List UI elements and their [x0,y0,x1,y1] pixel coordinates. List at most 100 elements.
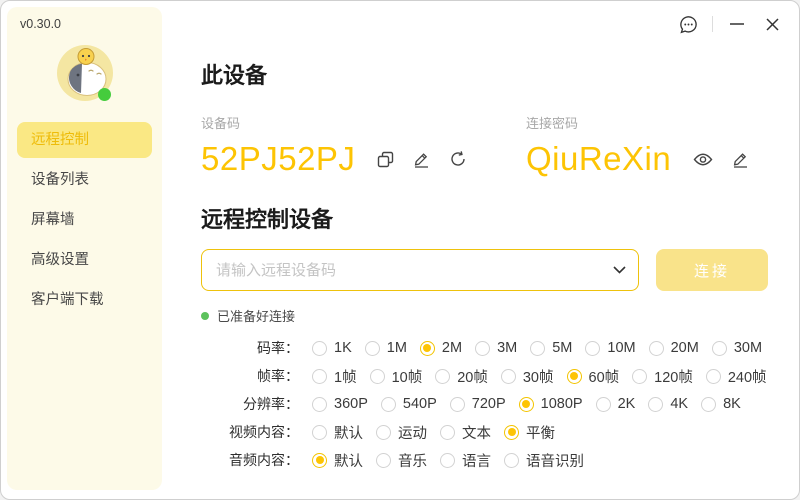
radio-icon [706,369,721,384]
remote-control-title: 远程控制设备 [201,205,771,235]
settings-rows: 码率： 1K 1M 2M 3M 5M 10M 20M 30M 帧率： 1帧 10帧 20帧 30帧 60帧 1… [201,338,771,470]
radio-option-label: 8K [723,396,741,412]
radio-icon [530,341,545,356]
radio-option-label: 1K [334,340,352,356]
sidebar-item-client-download[interactable]: 客户端下载 [17,282,152,318]
radio-option-label: 运动 [398,422,427,443]
eye-icon[interactable] [693,152,713,167]
sidebar-menu: 远程控制设备列表屏幕墙高级设置客户端下载 [7,122,162,318]
sidebar-item-device-list[interactable]: 设备列表 [17,162,152,198]
setting-row-label: 码率： [201,338,299,358]
setting-row-audio-content: 音频内容：默认音乐语言语音识别 [201,450,771,470]
radio-icon [312,341,327,356]
setting-row-label: 视频内容： [201,422,299,442]
radio-selected-icon [420,341,435,356]
radio-selected-icon [567,369,582,384]
radio-option-bitrate[interactable]: 1M [365,340,407,356]
radio-option-bitrate[interactable]: 3M [475,340,517,356]
radio-option-resolution[interactable]: 360P [312,396,368,412]
radio-icon [450,397,465,412]
edit-icon[interactable] [413,151,430,168]
avatar[interactable] [56,44,114,102]
setting-row-bitrate: 码率： 1K 1M 2M 3M 5M 10M 20M 30M [201,338,771,358]
radio-option-bitrate[interactable]: 10M [585,340,635,356]
radio-option-bitrate[interactable]: 1K [312,340,352,356]
radio-option-bitrate[interactable]: 2M [420,340,462,356]
radio-option-framerate[interactable]: 20帧 [435,366,488,387]
radio-option-video-content[interactable]: 文本 [440,422,491,443]
password-value: QiuReXin [526,139,671,179]
radio-option-framerate[interactable]: 1帧 [312,366,357,387]
radio-icon [365,341,380,356]
radio-option-label: 4K [670,396,688,412]
radio-option-bitrate[interactable]: 20M [649,340,699,356]
radio-selected-icon [519,397,534,412]
radio-selected-icon [312,453,327,468]
sidebar-item-remote-control[interactable]: 远程控制 [17,122,152,158]
radio-option-framerate[interactable]: 120帧 [632,366,693,387]
radio-option-audio-content[interactable]: 音乐 [376,450,427,471]
radio-option-bitrate[interactable]: 30M [712,340,762,356]
radio-option-label: 文本 [462,422,491,443]
radio-icon [504,453,519,468]
radio-option-resolution[interactable]: 8K [701,396,741,412]
radio-option-label: 语音识别 [526,450,584,471]
copy-icon[interactable] [377,151,394,168]
status-dot-icon [201,312,209,320]
radio-option-label: 240帧 [728,366,767,387]
chevron-down-icon[interactable] [613,266,626,274]
radio-option-label: 平衡 [526,422,555,443]
radio-option-video-content[interactable]: 默认 [312,422,363,443]
radio-option-audio-content[interactable]: 语言 [440,450,491,471]
app-version: v0.30.0 [7,7,162,31]
radio-icon [501,369,516,384]
sidebar-item-advanced-settings[interactable]: 高级设置 [17,242,152,278]
radio-icon [585,341,600,356]
radio-option-resolution[interactable]: 1080P [519,396,583,412]
radio-icon [312,397,327,412]
radio-option-label: 1080P [541,396,583,412]
radio-option-label: 默认 [334,450,363,471]
radio-option-label: 3M [497,340,517,356]
this-device-title: 此设备 [201,61,771,91]
radio-option-audio-content[interactable]: 默认 [312,450,363,471]
radio-option-label: 默认 [334,422,363,443]
radio-icon [596,397,611,412]
radio-option-video-content[interactable]: 平衡 [504,422,555,443]
radio-option-framerate[interactable]: 30帧 [501,366,554,387]
radio-icon [376,453,391,468]
radio-option-label: 10帧 [392,366,423,387]
radio-option-framerate[interactable]: 10帧 [370,366,423,387]
radio-option-resolution[interactable]: 540P [381,396,437,412]
radio-option-framerate[interactable]: 240帧 [706,366,767,387]
radio-option-resolution[interactable]: 2K [596,396,636,412]
radio-icon [376,425,391,440]
radio-option-label: 语言 [462,450,491,471]
main-panel: 此设备 设备码 52PJ52PJ [162,1,799,499]
radio-icon [632,369,647,384]
sidebar-item-screen-wall[interactable]: 屏幕墙 [17,202,152,238]
remote-device-code-input[interactable] [201,249,639,291]
device-info-row: 设备码 52PJ52PJ [201,113,771,179]
setting-row-label: 帧率： [201,366,299,386]
password-block: 连接密码 QiuReXin [526,113,771,179]
radio-option-resolution[interactable]: 4K [648,396,688,412]
setting-row-resolution: 分辨率：360P540P720P1080P2K4K8K [201,394,771,414]
radio-icon [649,341,664,356]
radio-option-label: 20帧 [457,366,488,387]
radio-option-audio-content[interactable]: 语音识别 [504,450,584,471]
radio-icon [648,397,663,412]
connect-button[interactable]: 连接 [656,249,768,291]
radio-icon [440,453,455,468]
radio-option-resolution[interactable]: 720P [450,396,506,412]
radio-option-bitrate[interactable]: 5M [530,340,572,356]
device-code-value: 52PJ52PJ [201,139,355,179]
device-code-block: 设备码 52PJ52PJ [201,113,526,179]
radio-option-video-content[interactable]: 运动 [376,422,427,443]
radio-icon [712,341,727,356]
online-status-dot [98,88,111,101]
refresh-icon[interactable] [449,150,467,168]
radio-option-framerate[interactable]: 60帧 [567,366,620,387]
edit-icon[interactable] [732,151,749,168]
sidebar: v0.30.0 远程控制设备列表屏幕墙高级设置客户端下载 [7,7,162,490]
